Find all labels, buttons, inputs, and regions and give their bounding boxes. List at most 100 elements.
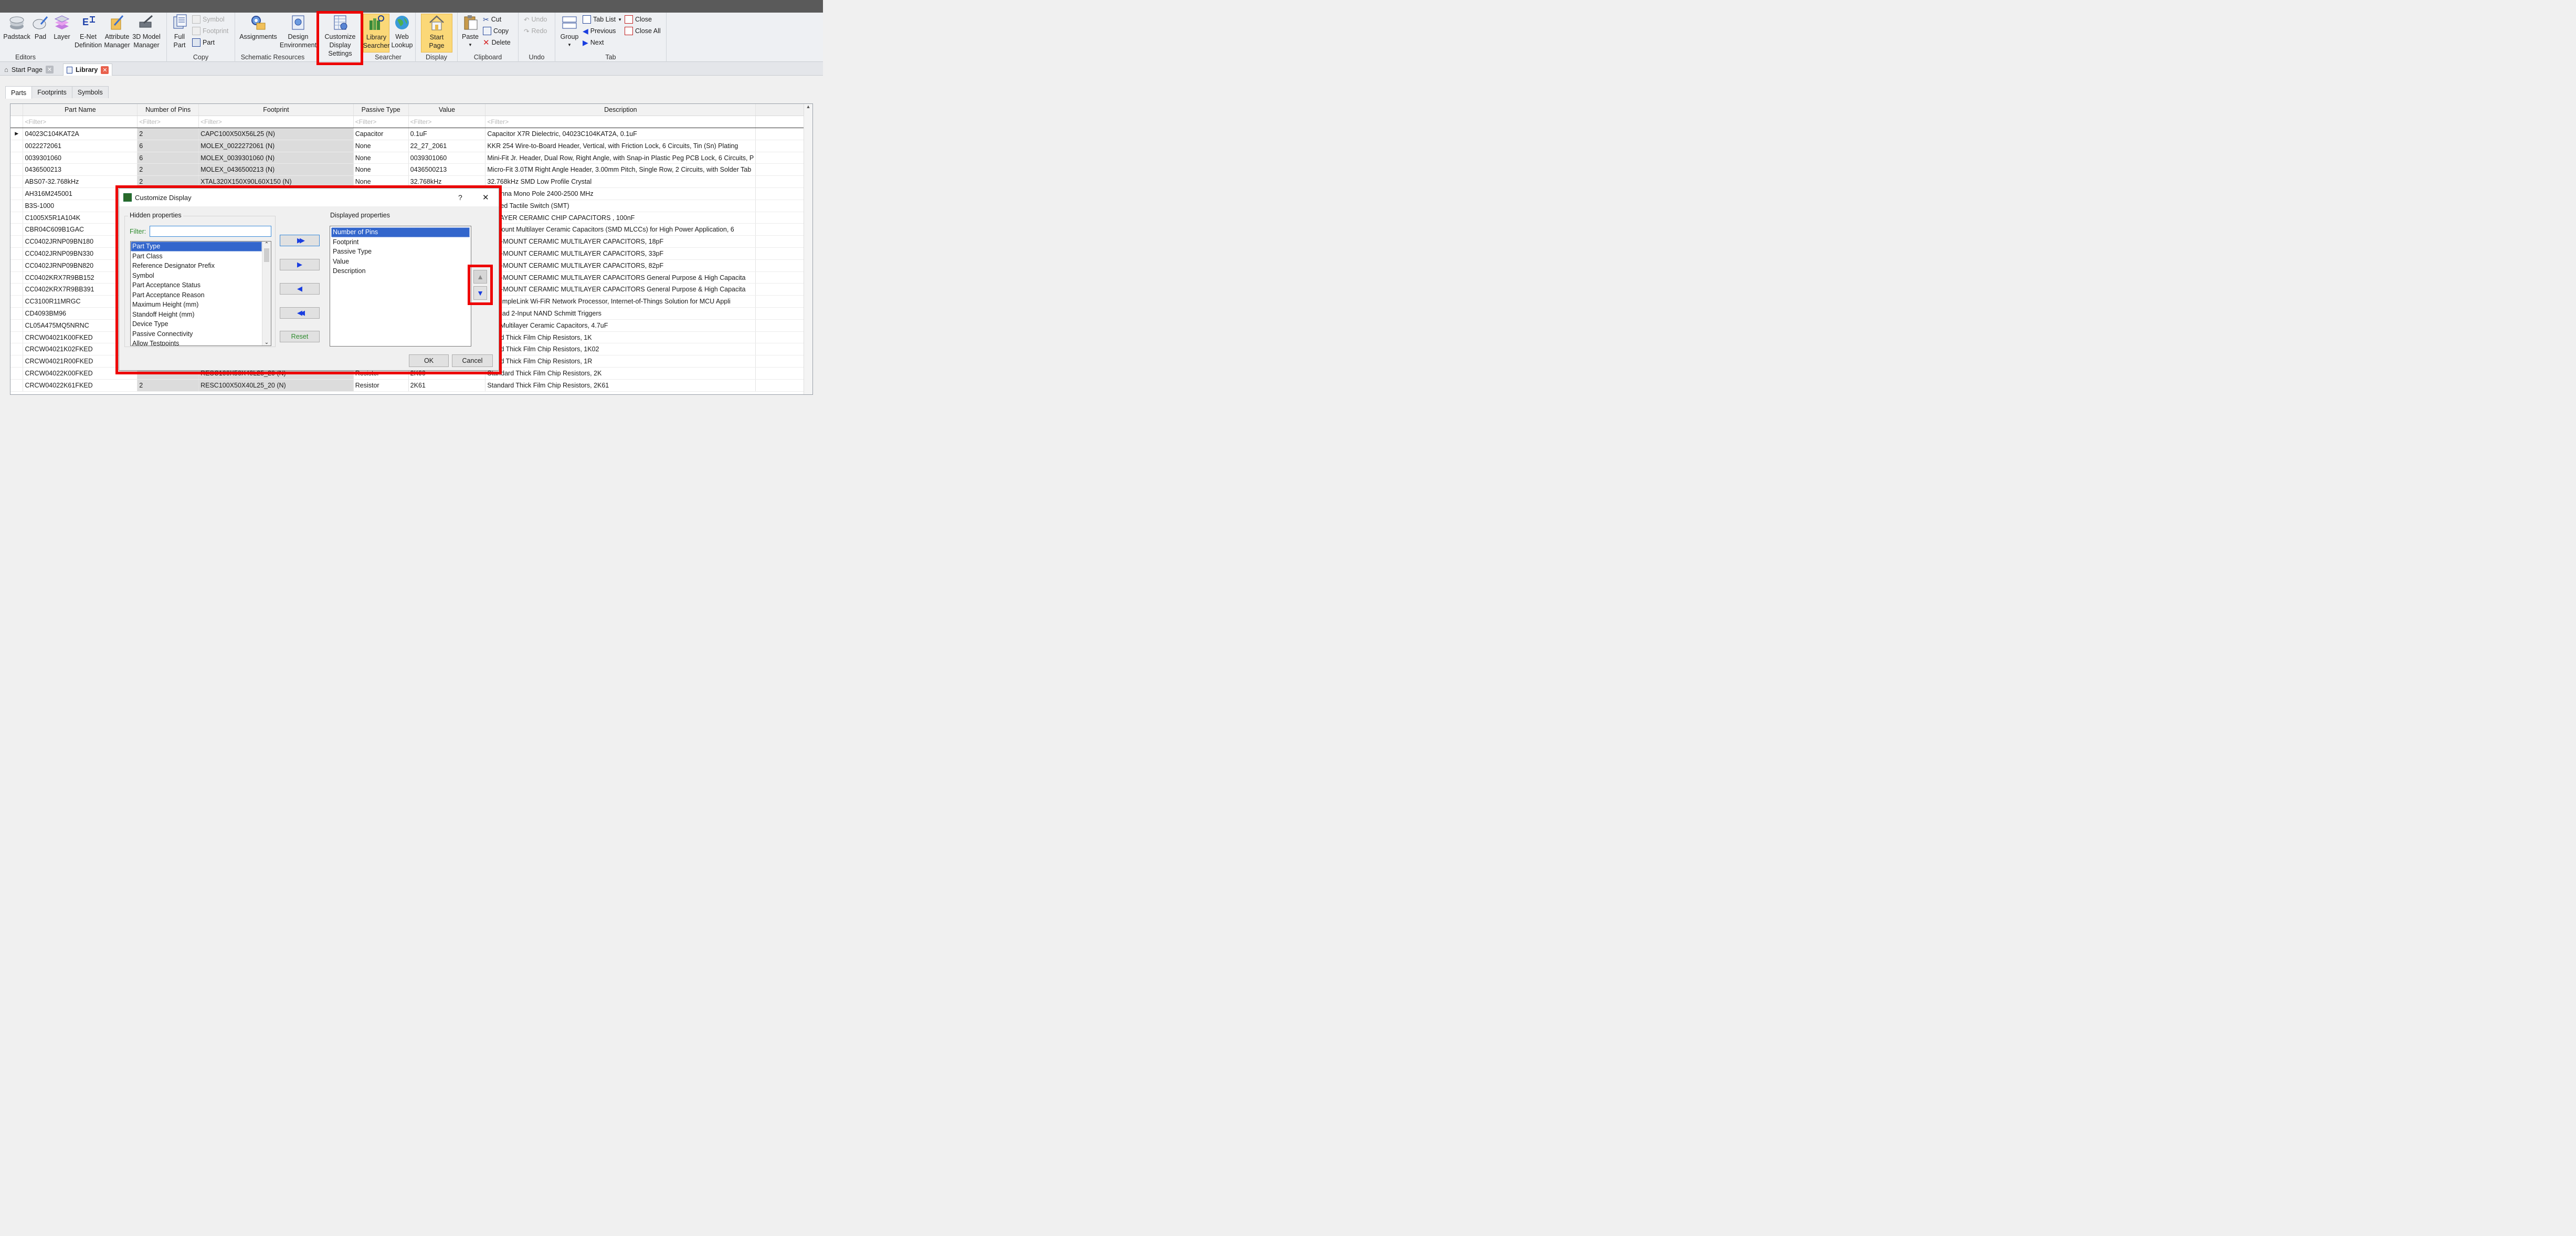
paste-button[interactable]: Paste ▼ (461, 14, 480, 49)
displayed-property-item[interactable]: Description (331, 266, 470, 276)
table-cell[interactable]: 04023C104KAT2A (23, 128, 138, 140)
table-cell[interactable]: KKR 254 Wire-to-Board Header, Vertical, … (485, 140, 756, 152)
table-cell[interactable]: 32.768kHz SMD Low Profile Crystal (485, 175, 756, 188)
cancel-button[interactable]: Cancel (452, 354, 493, 367)
assignments-button[interactable]: Assignments (239, 14, 277, 41)
table-cell[interactable]: MOLEX_0436500213 (N) (198, 163, 354, 176)
table-cell[interactable]: Resistor (353, 379, 409, 392)
hidden-property-item[interactable]: Part Acceptance Status (131, 280, 262, 290)
table-cell[interactable]: None (353, 152, 409, 164)
help-button[interactable]: ? (458, 193, 462, 202)
table-cell[interactable]: 0.1uF (408, 128, 486, 140)
hidden-property-item[interactable]: Passive Connectivity (131, 329, 262, 339)
close-all-tabs-button[interactable]: Close All (625, 26, 661, 36)
close-dialog-button[interactable]: ✕ (482, 193, 489, 202)
table-cell[interactable]: ACE-MOUNT CERAMIC MULTILAYER CAPACITORS … (485, 283, 756, 296)
table-cell[interactable]: 0436500213 (23, 163, 138, 176)
tab-footprints[interactable]: Footprints (31, 86, 72, 98)
displayed-property-item[interactable]: Passive Type (331, 247, 470, 257)
table-cell[interactable]: ce Mount Multilayer Ceramic Capacitors (… (485, 223, 756, 236)
scroll-thumb[interactable] (264, 248, 269, 262)
close-tab-button[interactable]: Close (625, 14, 652, 25)
table-cell[interactable]: 2 (137, 175, 199, 188)
web-lookup-button[interactable]: Web Lookup (390, 14, 414, 49)
filter-cell[interactable]: <Filter> (485, 116, 756, 129)
displayed-properties-list[interactable]: Number of Pins Footprint Passive Type Value… (330, 226, 471, 347)
remove-all-button[interactable]: ◀◀ (280, 307, 320, 319)
table-row[interactable]: CRCW04022K61FKED 2 RESC100X50X40L25_20 (N)… (10, 379, 812, 392)
column-header[interactable]: Part Name (23, 104, 138, 117)
table-cell[interactable]: Capacitor (353, 128, 409, 140)
3d-model-manager-button[interactable]: 3D Model Manager (131, 14, 162, 49)
reset-button[interactable]: Reset (280, 331, 320, 342)
add-all-button[interactable]: ▶▶ (280, 235, 320, 246)
table-cell[interactable]: XTAL320X150X90L60X150 (N) (198, 175, 354, 188)
table-cell[interactable]: Micro-Fit 3.0TM Right Angle Header, 3.00… (485, 163, 756, 176)
column-header[interactable]: Footprint (198, 104, 354, 117)
scroll-up-icon[interactable]: ⌃ (262, 242, 271, 247)
table-cell[interactable]: S Quad 2-Input NAND Schmitt Triggers (485, 307, 756, 320)
column-header[interactable]: Description (485, 104, 756, 117)
close-start-page-tab-icon[interactable]: ✕ (45, 66, 54, 74)
undo-button[interactable]: ↶ Undo (524, 14, 547, 25)
full-part-button[interactable]: Full Part (170, 14, 189, 49)
attribute-manager-button[interactable]: Attribute Manager (103, 14, 131, 49)
table-cell[interactable]: None (353, 175, 409, 188)
table-cell[interactable]: Standard Thick Film Chip Resistors, 2K61 (485, 379, 756, 392)
table-cell[interactable]: MOLEX_0022272061 (N) (198, 140, 354, 152)
filter-cell[interactable]: <Filter> (23, 116, 138, 129)
add-button[interactable]: ▶ (280, 259, 320, 270)
table-row[interactable]: 0436500213 2 MOLEX_0436500213 (N) None 04365… (10, 163, 812, 176)
table-cell[interactable]: ACE-MOUNT CERAMIC MULTILAYER CAPACITORS,… (485, 259, 756, 272)
filter-cell[interactable]: <Filter> (353, 116, 409, 129)
filter-input[interactable] (150, 226, 271, 237)
group-dropdown-icon[interactable]: ▼ (567, 41, 572, 49)
table-cell[interactable]: RESC100X50X40L25_20 (N) (198, 379, 354, 392)
pad-button[interactable]: Pad (33, 14, 48, 41)
padstack-button[interactable]: Padstack (3, 14, 30, 41)
table-cell[interactable]: Capacitor X7R Dielectric, 04023C104KAT2A… (485, 128, 756, 140)
table-cell[interactable]: 2 (137, 163, 199, 176)
table-cell[interactable]: ndard Thick Film Chip Resistors, 1K (485, 331, 756, 344)
table-cell[interactable]: None (353, 163, 409, 176)
displayed-property-item[interactable]: Number of Pins (331, 227, 470, 237)
hidden-property-item[interactable]: Part Type (131, 242, 262, 252)
table-cell[interactable]: 0039301060 (23, 152, 138, 164)
tab-parts[interactable]: Parts (5, 86, 33, 99)
move-up-button[interactable]: ▲ (473, 270, 487, 284)
table-cell[interactable]: 0436500213 (408, 163, 486, 176)
hidden-property-item[interactable]: Reference Designator Prefix (131, 261, 262, 271)
displayed-property-item[interactable]: Value (331, 257, 470, 267)
redo-button[interactable]: ↷ Redo (524, 26, 547, 36)
table-cell[interactable]: ACE-MOUNT CERAMIC MULTILAYER CAPACITORS … (485, 271, 756, 284)
ok-button[interactable]: OK (409, 354, 449, 367)
table-cell[interactable]: ACE-MOUNT CERAMIC MULTILAYER CAPACITORS,… (485, 247, 756, 260)
table-cell[interactable]: 0039301060 (408, 152, 486, 164)
previous-tab-button[interactable]: ◀ Previous (583, 26, 616, 36)
tab-symbols[interactable]: Symbols (71, 86, 109, 98)
move-down-button[interactable]: ▼ (473, 286, 487, 300)
table-cell[interactable]: CRCW04022K61FKED (23, 379, 138, 392)
table-cell[interactable]: LTILAYER CERAMIC CHIP CAPACITORS , 100nF (485, 212, 756, 224)
table-cell[interactable]: 0022272061 (23, 140, 138, 152)
copy-button[interactable]: Copy (483, 26, 509, 36)
copy-symbol-button[interactable]: Symbol (192, 14, 225, 25)
delete-button[interactable]: ✕ Delete (483, 37, 511, 48)
table-cell[interactable]: Antenna Mono Pole 2400-2500 MHz (485, 187, 756, 200)
hidden-list-scrollbar[interactable]: ⌃ ⌄ (262, 242, 271, 345)
filter-cell[interactable]: <Filter> (408, 116, 486, 129)
hidden-property-item[interactable]: Part Class (131, 252, 262, 261)
table-cell[interactable]: 6 (137, 152, 199, 164)
table-cell[interactable]: ndard Thick Film Chip Resistors, 1R (485, 355, 756, 368)
close-library-tab-icon[interactable]: ✕ (101, 66, 109, 74)
displayed-property-item[interactable]: Footprint (331, 237, 470, 247)
table-cell[interactable]: Standard Thick Film Chip Resistors, 2K (485, 367, 756, 380)
hidden-properties-list[interactable]: Part Type Part Class Reference Designator … (130, 241, 271, 346)
cut-button[interactable]: ✂ Cut (483, 14, 501, 25)
hidden-property-item[interactable]: Device Type (131, 319, 262, 329)
table-cell[interactable]: MOLEX_0039301060 (N) (198, 152, 354, 164)
next-tab-button[interactable]: ▶ Next (583, 37, 604, 48)
table-row[interactable]: ▶ 04023C104KAT2A 2 CAPC100X50X56L25 (N) Capa… (10, 128, 812, 140)
table-cell[interactable]: Sealed Tactile Switch (SMT) (485, 200, 756, 212)
table-cell[interactable]: 22_27_2061 (408, 140, 486, 152)
